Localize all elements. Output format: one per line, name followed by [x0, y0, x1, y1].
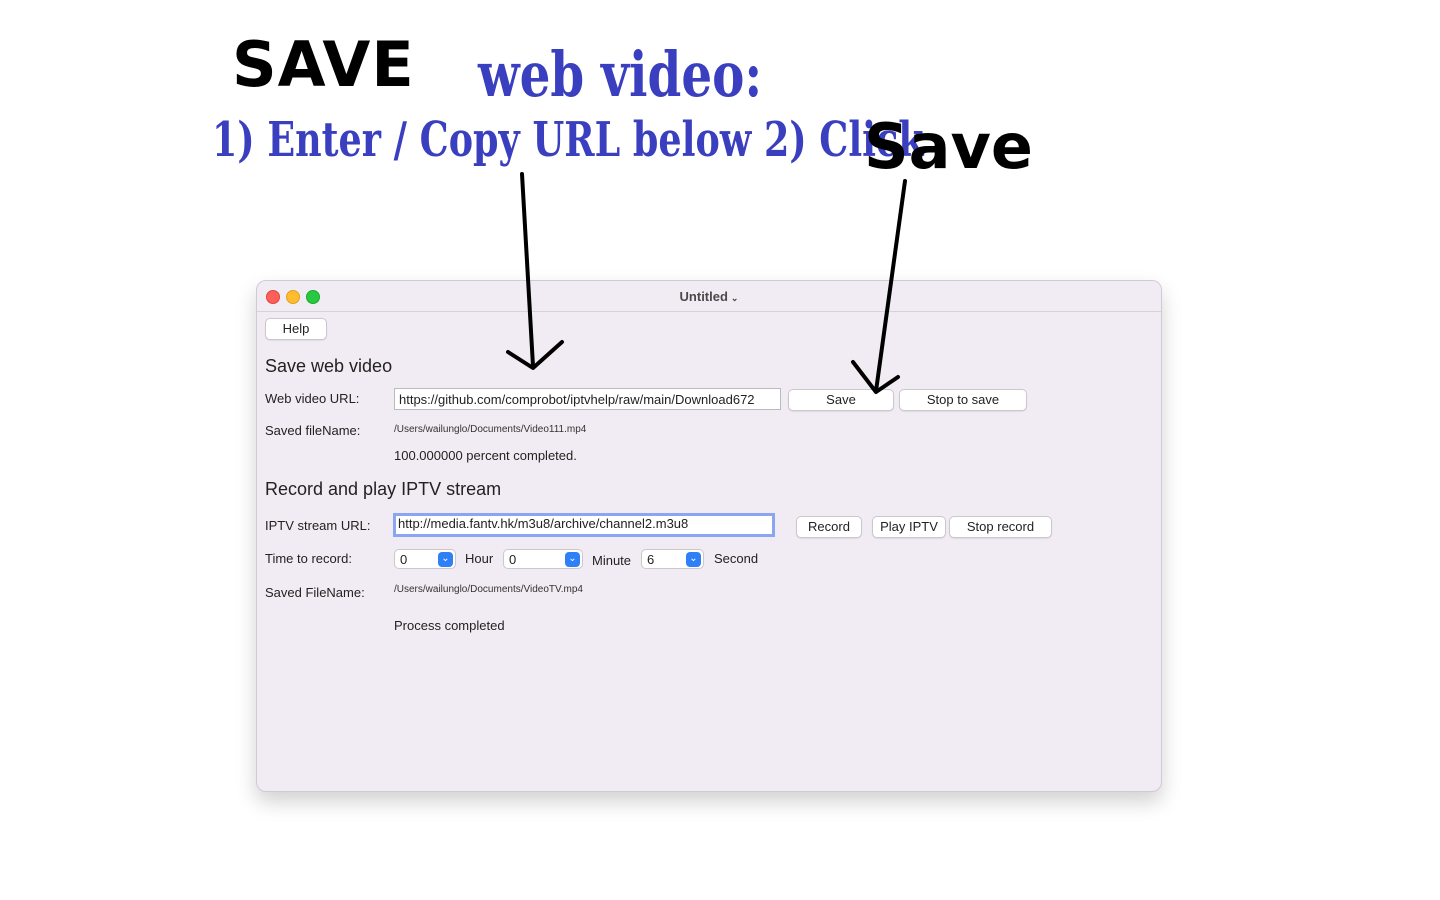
chevron-down-icon: ⌄	[730, 293, 739, 303]
stop-record-button[interactable]: Stop record	[949, 516, 1052, 538]
chevron-down-icon: ⌄	[438, 552, 453, 567]
stop-to-save-button[interactable]: Stop to save	[899, 389, 1027, 411]
help-button[interactable]: Help	[265, 318, 327, 340]
play-iptv-button[interactable]: Play IPTV	[872, 516, 946, 538]
save-web-video-heading: Save web video	[265, 356, 393, 376]
annotation-save-word: Save	[864, 110, 1033, 183]
annotation-steps-text: 1) Enter / Copy URL below 2) Click	[212, 112, 924, 168]
annotation-save-heading: SAVE	[232, 28, 415, 101]
web-video-url-input[interactable]: https://github.com/comprobot/iptvhelp/ra…	[394, 388, 781, 410]
web-video-url-label: Web video URL:	[265, 391, 360, 406]
chevron-down-icon: ⌄	[686, 552, 701, 567]
second-select-value: 6	[647, 552, 655, 567]
save-button[interactable]: Save	[788, 389, 894, 411]
download-progress-text: 100.000000 percent completed.	[394, 448, 577, 463]
iptv-url-label: IPTV stream URL:	[265, 518, 371, 533]
annotation-web-video-heading: web video:	[478, 38, 763, 111]
iptv-section-heading: Record and play IPTV stream	[265, 479, 502, 499]
record-button[interactable]: Record	[796, 516, 862, 538]
minute-select[interactable]: 0 ⌄	[503, 549, 583, 569]
saved-filename-label: Saved fileName:	[265, 423, 361, 438]
minute-label: Minute	[592, 553, 632, 568]
iptv-saved-filename-value: /Users/wailunglo/Documents/VideoTV.mp4	[394, 584, 583, 595]
iptv-saved-filename-label: Saved FileName:	[265, 585, 365, 600]
hour-select[interactable]: 0 ⌄	[394, 549, 456, 569]
time-to-record-label: Time to record:	[265, 551, 352, 566]
second-label: Second	[714, 551, 759, 566]
app-window: Untitled ⌄ Help Save web video Web video …	[256, 280, 1162, 792]
hour-label: Hour	[465, 551, 494, 566]
second-select[interactable]: 6 ⌄	[641, 549, 704, 569]
process-status-text: Process completed	[394, 618, 505, 633]
title-bar: Untitled ⌄	[257, 281, 1161, 312]
window-title[interactable]: Untitled ⌄	[257, 289, 1161, 304]
iptv-url-input[interactable]: http://media.fantv.hk/m3u8/archive/chann…	[393, 513, 775, 537]
saved-filename-value: /Users/wailunglo/Documents/Video111.mp4	[394, 424, 587, 435]
hour-select-value: 0	[400, 552, 408, 567]
window-title-text: Untitled	[679, 289, 728, 304]
minute-select-value: 0	[509, 552, 517, 567]
chevron-down-icon: ⌄	[565, 552, 580, 567]
